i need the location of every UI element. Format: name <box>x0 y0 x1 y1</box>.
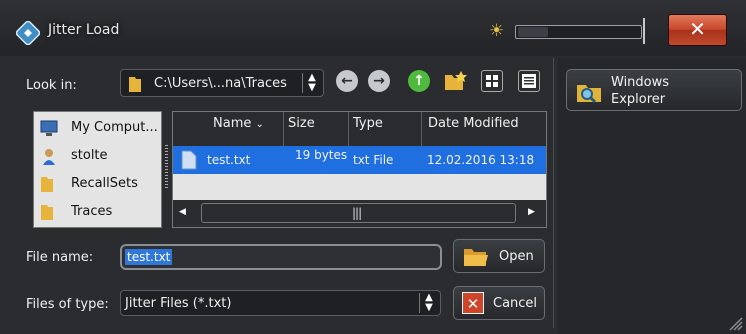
file-dialog-window: Jitter Load ☀ ✕ Windows Explorer Look in… <box>0 0 746 334</box>
transparency-slider[interactable] <box>515 25 642 39</box>
place-stolte[interactable]: stolte <box>37 143 159 169</box>
horizontal-scrollbar[interactable]: ◀ ||| ▶ <box>173 200 546 227</box>
place-label: stolte <box>71 148 108 163</box>
files-of-type-label: Files of type: <box>26 297 109 312</box>
scroll-left-icon[interactable]: ◀ <box>179 207 186 217</box>
place-label: RecallSets <box>71 176 138 191</box>
place-label: Traces <box>71 204 113 219</box>
look-in-label: Look in: <box>26 78 77 93</box>
file-table: Name ⌄ Size Type Date Modified test.txt … <box>172 111 547 228</box>
column-header-date[interactable]: Date Modified <box>422 112 546 146</box>
open-button[interactable]: Open <box>453 239 545 273</box>
back-icon[interactable]: ← <box>336 70 358 92</box>
folder-icon <box>129 77 141 92</box>
open-label: Open <box>499 249 534 264</box>
text-file-icon <box>181 150 197 170</box>
place-traces[interactable]: Traces <box>37 199 159 225</box>
file-name-value: test.txt <box>125 249 173 265</box>
place-label: My Comput... <box>71 120 158 135</box>
windows-explorer-label: Windows Explorer <box>611 75 670 107</box>
side-panel: Windows Explorer <box>558 58 746 334</box>
chevron-down-icon: ⌄ <box>255 119 264 130</box>
window-title: Jitter Load <box>48 22 120 38</box>
table-header: Name ⌄ Size Type Date Modified <box>173 112 546 146</box>
app-logo-icon <box>16 21 40 45</box>
look-in-combo[interactable]: C:\Users\...na\Traces ▲ ▼ <box>120 69 324 97</box>
look-in-path: C:\Users\...na\Traces <box>154 76 287 91</box>
open-folder-icon <box>464 249 488 266</box>
column-header-type[interactable]: Type <box>349 112 422 146</box>
slider-end-divider <box>643 18 645 44</box>
resize-grip-icon[interactable] <box>722 312 744 332</box>
file-name-input[interactable]: test.txt <box>120 244 442 270</box>
table-row[interactable]: test.txt 19 bytes txt File 12.02.2016 13… <box>173 146 546 174</box>
computer-icon <box>40 120 58 136</box>
scroll-track[interactable]: ||| <box>201 203 516 223</box>
file-name-label: File name: <box>26 250 94 265</box>
column-header-name[interactable]: Name ⌄ <box>173 112 284 146</box>
title-bar: Jitter Load ☀ ✕ <box>0 0 746 56</box>
chevron-updown-icon[interactable]: ▲ ▼ <box>302 73 321 93</box>
folder-icon <box>41 205 53 220</box>
new-folder-icon[interactable] <box>443 69 469 93</box>
place-my-computer[interactable]: My Comput... <box>37 115 159 141</box>
row-size: 19 bytes <box>295 148 348 162</box>
cancel-button[interactable]: ✕ Cancel <box>453 286 545 320</box>
windows-explorer-button[interactable]: Windows Explorer <box>566 69 742 111</box>
scroll-right-icon[interactable]: ▶ <box>528 207 535 217</box>
brightness-icon: ☀ <box>489 21 505 41</box>
places-list: My Comput... stolte RecallSets Traces <box>33 111 162 228</box>
row-name: test.txt <box>207 153 251 167</box>
icon-view-icon[interactable] <box>481 70 503 92</box>
user-icon <box>43 149 55 165</box>
close-button[interactable]: ✕ <box>668 14 727 46</box>
place-recallsets[interactable]: RecallSets <box>37 171 159 197</box>
slider-thumb[interactable] <box>518 27 548 37</box>
row-date: 12.02.2016 13:18 <box>427 153 535 167</box>
up-icon[interactable]: ↑ <box>408 70 430 92</box>
files-of-type-value: Jitter Files (*.txt) <box>125 296 232 311</box>
files-of-type-combo[interactable]: Jitter Files (*.txt) ▲ ▼ <box>120 290 441 316</box>
explorer-icon <box>577 85 601 104</box>
cancel-label: Cancel <box>493 296 538 311</box>
row-type: txt File <box>353 153 394 167</box>
chevron-updown-icon[interactable]: ▲ ▼ <box>419 293 438 313</box>
column-header-size[interactable]: Size <box>284 112 349 146</box>
forward-icon[interactable]: → <box>368 70 390 92</box>
detail-view-icon[interactable] <box>518 70 540 92</box>
splitter-handle[interactable] <box>165 145 168 190</box>
cancel-x-icon: ✕ <box>462 292 484 314</box>
scroll-grip-icon: ||| <box>352 206 362 220</box>
folder-icon <box>41 177 53 192</box>
